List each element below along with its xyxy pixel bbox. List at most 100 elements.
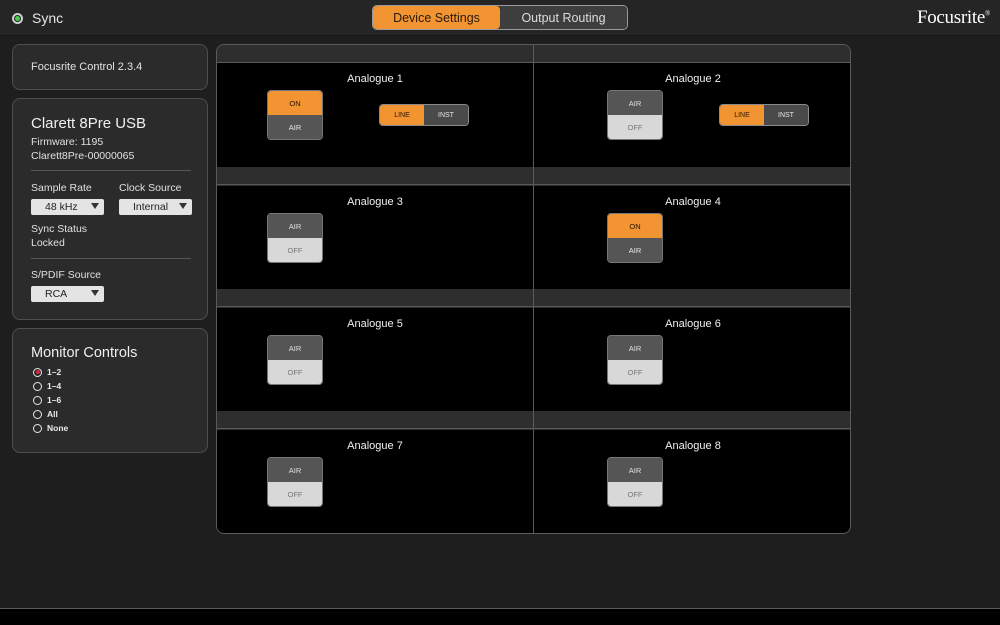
tab-output-routing[interactable]: Output Routing (500, 6, 627, 29)
line-inst-switch[interactable]: LINE INST (379, 104, 469, 126)
monitor-option-1-4[interactable]: 1–4 (33, 381, 61, 391)
sample-rate-value: 48 kHz (45, 201, 78, 213)
logo-mark: ® (984, 9, 990, 18)
air-off-state: OFF (268, 482, 322, 506)
air-off-state: OFF (608, 115, 662, 139)
device-panel: Clarett 8Pre USB Firmware: 1195 Clarett8… (12, 98, 208, 320)
air-toggle-button[interactable]: AIR OFF (607, 335, 663, 385)
app-version: Focusrite Control 2.3.4 (31, 61, 143, 73)
firmware-text: Firmware: 1195 (31, 136, 104, 148)
spdif-source-label: S/PDIF Source (31, 269, 102, 281)
inst-option[interactable]: INST (424, 105, 468, 125)
air-off-state: OFF (268, 238, 322, 262)
air-off-state: OFF (608, 482, 662, 506)
device-name: Clarett 8Pre USB (31, 115, 147, 132)
radio-icon[interactable] (33, 395, 42, 405)
logo-text: Focusrite (916, 7, 985, 28)
sample-rate-label: Sample Rate (31, 182, 92, 194)
air-toggle-button[interactable]: ON AIR (607, 213, 663, 263)
monitor-panel: Monitor Controls 1–2 1–4 1–6 All None (12, 328, 208, 453)
channel-analogue-8: Analogue 8 AIR OFF (534, 430, 850, 533)
air-label: AIR (608, 238, 662, 262)
sync-status-value: Locked (31, 237, 65, 249)
air-label: AIR (268, 336, 322, 360)
sync-label: Sync (32, 10, 64, 26)
chevron-down-icon (91, 290, 99, 296)
line-option[interactable]: LINE (720, 105, 764, 125)
monitor-option-all[interactable]: All (33, 409, 58, 419)
channel-title: Analogue 7 (347, 440, 403, 452)
channel-analogue-4: Analogue 4 ON AIR (534, 186, 850, 289)
channel-analogue-6: Analogue 6 AIR OFF (534, 308, 850, 411)
sync-indicator: Sync (12, 10, 63, 26)
row-header (217, 45, 850, 63)
air-toggle-button[interactable]: AIR OFF (267, 213, 323, 263)
monitor-option-label: None (47, 423, 69, 433)
clock-source-dropdown[interactable]: Internal (119, 199, 192, 215)
row-header (217, 167, 850, 185)
air-on-state: ON (608, 214, 662, 238)
tab-device-settings[interactable]: Device Settings (373, 6, 500, 29)
monitor-option-label: 1–6 (47, 395, 62, 405)
inst-option[interactable]: INST (764, 105, 808, 125)
radio-selected-icon[interactable] (33, 367, 42, 377)
air-toggle-button[interactable]: ON AIR (267, 90, 323, 140)
sync-status-label: Sync Status (31, 223, 88, 235)
sample-rate-dropdown[interactable]: 48 kHz (31, 199, 104, 215)
sync-led-icon (12, 12, 23, 24)
air-toggle-button[interactable]: AIR OFF (607, 90, 663, 140)
air-off-state: OFF (268, 360, 322, 384)
top-bar: Sync Device Settings Output Routing Focu… (0, 0, 1000, 36)
radio-icon[interactable] (33, 409, 42, 419)
channel-title: Analogue 5 (347, 318, 403, 330)
channel-analogue-3: Analogue 3 AIR OFF (217, 186, 533, 289)
monitor-option-label: 1–4 (47, 381, 62, 391)
channel-grid: Analogue 1 ON AIR LINE INST Analogue 2 A… (216, 44, 851, 534)
line-inst-switch[interactable]: LINE INST (719, 104, 809, 126)
channel-analogue-2: Analogue 2 AIR OFF LINE INST (534, 63, 850, 167)
divider (31, 170, 191, 171)
bottom-bar (0, 608, 1000, 625)
air-label: AIR (608, 458, 662, 482)
divider (31, 258, 191, 259)
spdif-source-dropdown[interactable]: RCA (31, 286, 104, 302)
serial-text: Clarett8Pre-00000065 (31, 150, 135, 162)
version-panel: Focusrite Control 2.3.4 (12, 44, 208, 90)
channel-analogue-5: Analogue 5 AIR OFF (217, 308, 533, 411)
column-divider (533, 45, 534, 533)
air-label: AIR (608, 336, 662, 360)
channel-title: Analogue 8 (665, 440, 721, 452)
air-toggle-button[interactable]: AIR OFF (267, 457, 323, 507)
air-label: AIR (608, 91, 662, 115)
air-toggle-button[interactable]: AIR OFF (267, 335, 323, 385)
air-off-state: OFF (608, 360, 662, 384)
spdif-source-value: RCA (45, 288, 68, 300)
monitor-option-1-2[interactable]: 1–2 (33, 367, 61, 377)
monitor-option-label: 1–2 (47, 367, 62, 377)
clock-source-label: Clock Source (119, 182, 182, 194)
channel-title: Analogue 2 (665, 73, 721, 85)
monitor-controls-title: Monitor Controls (31, 345, 138, 361)
air-label: AIR (268, 214, 322, 238)
row-header (217, 411, 850, 429)
channel-title: Analogue 3 (347, 196, 403, 208)
radio-icon[interactable] (33, 423, 42, 433)
channel-title: Analogue 4 (665, 196, 721, 208)
channel-title: Analogue 1 (347, 73, 403, 85)
view-tabs: Device Settings Output Routing (372, 5, 628, 30)
channel-analogue-7: Analogue 7 AIR OFF (217, 430, 533, 533)
air-on-state: ON (268, 91, 322, 115)
chevron-down-icon (91, 203, 99, 209)
line-option[interactable]: LINE (380, 105, 424, 125)
row-header (217, 289, 850, 307)
chevron-down-icon (179, 203, 187, 209)
radio-icon[interactable] (33, 381, 42, 391)
monitor-option-none[interactable]: None (33, 423, 68, 433)
air-toggle-button[interactable]: AIR OFF (607, 457, 663, 507)
clock-source-value: Internal (133, 201, 169, 213)
monitor-option-1-6[interactable]: 1–6 (33, 395, 61, 405)
channel-analogue-1: Analogue 1 ON AIR LINE INST (217, 63, 533, 167)
air-label: AIR (268, 115, 322, 139)
focusrite-logo: Focusrite® (917, 7, 990, 29)
air-label: AIR (268, 458, 322, 482)
